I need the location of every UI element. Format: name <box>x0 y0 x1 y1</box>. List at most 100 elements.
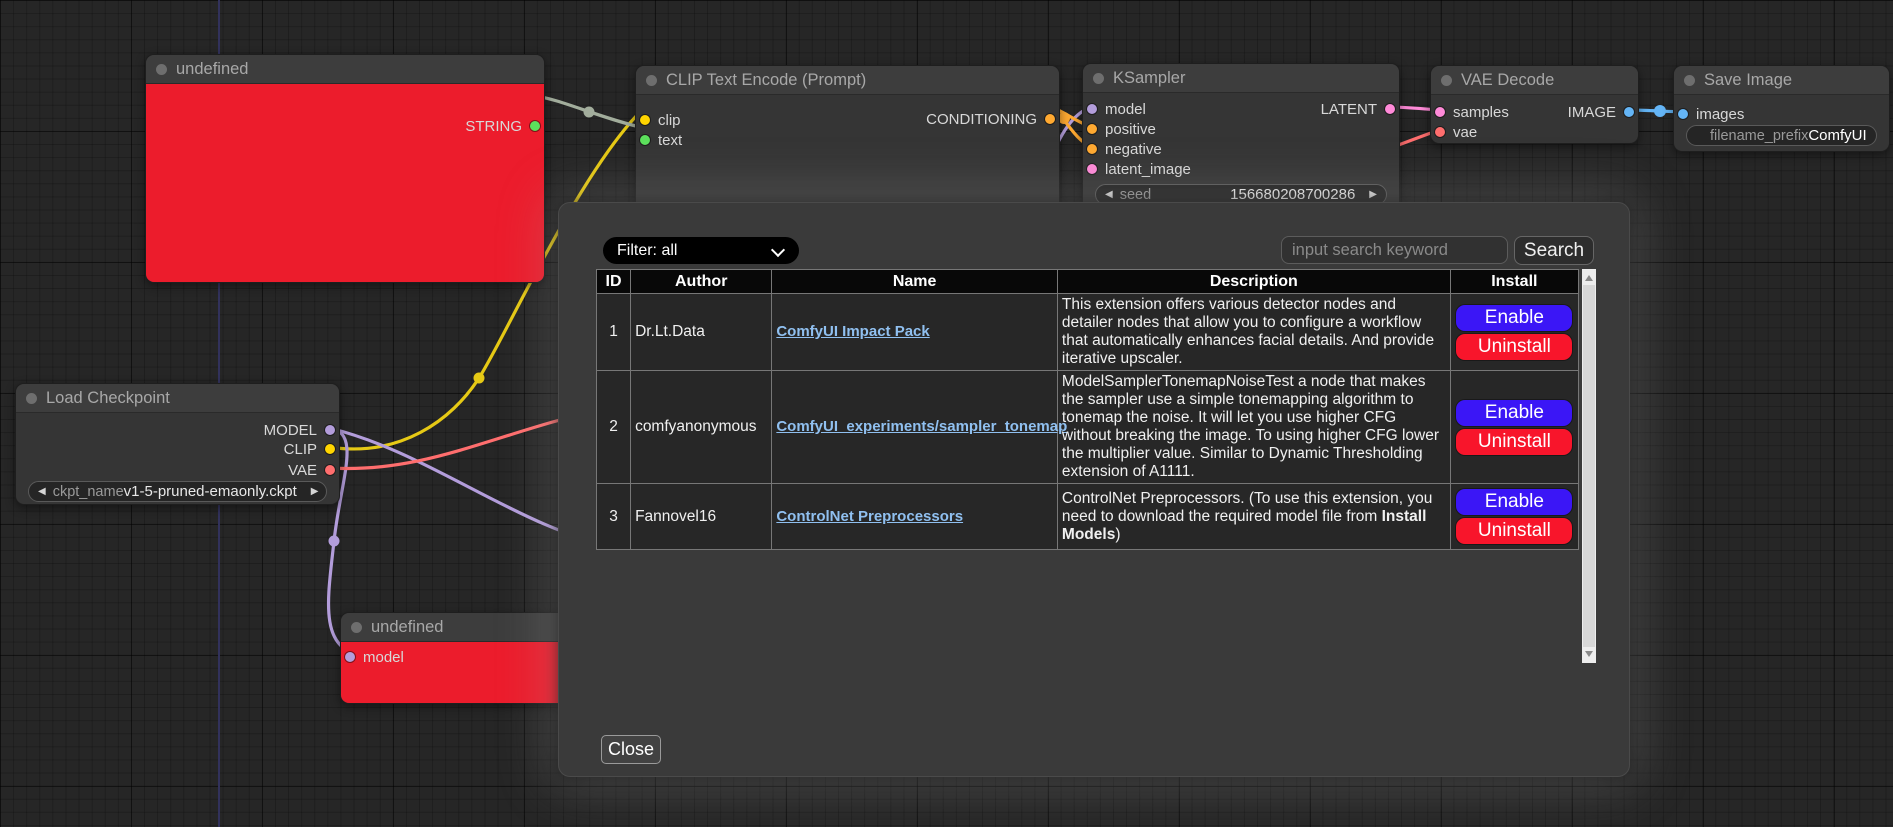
node-load-checkpoint[interactable]: Load Checkpoint MODEL CLIP VAE ◀ ckpt_na… <box>15 383 340 505</box>
node-undefined-bottom[interactable]: undefined model <box>340 612 570 704</box>
cell-author: Dr.Lt.Data <box>631 294 772 371</box>
slot-dot-latent-image-icon[interactable] <box>1087 164 1097 174</box>
filter-select[interactable]: Filter: all <box>603 237 799 264</box>
search-input[interactable] <box>1281 236 1508 264</box>
node-collapse-dot-icon[interactable] <box>26 393 37 404</box>
input-slot-vae[interactable]: vae <box>1435 122 1477 142</box>
extension-link[interactable]: ComfyUI Impact Pack <box>776 323 929 340</box>
node-collapse-dot-icon[interactable] <box>156 64 167 75</box>
widget-value[interactable]: ComfyUI <box>1808 127 1866 144</box>
slot-dot-conditioning-icon[interactable] <box>1045 114 1055 124</box>
uninstall-button[interactable]: Uninstall <box>1456 334 1572 360</box>
node-title: Save Image <box>1704 71 1792 90</box>
filename-prefix-widget[interactable]: filename_prefix ComfyUI <box>1686 125 1877 146</box>
input-slot-samples[interactable]: samples <box>1435 102 1509 122</box>
slot-label: VAE <box>288 462 317 479</box>
decrement-arrow-icon[interactable]: ◀ <box>1105 189 1113 200</box>
node-clip-text-encode-header[interactable]: CLIP Text Encode (Prompt) <box>636 66 1059 95</box>
scroll-up-icon[interactable] <box>1585 275 1593 281</box>
increment-arrow-icon[interactable]: ▶ <box>1369 189 1377 200</box>
input-slot-model[interactable]: model <box>1087 99 1146 119</box>
slot-label: negative <box>1105 141 1162 158</box>
slot-dot-positive-icon[interactable] <box>1087 124 1097 134</box>
input-slot-images[interactable]: images <box>1678 104 1744 124</box>
slot-dot-clip-icon[interactable] <box>640 115 650 125</box>
input-slot-text[interactable]: text <box>640 130 682 150</box>
scroll-down-icon[interactable] <box>1585 651 1593 657</box>
slot-dot-vae-icon[interactable] <box>1435 127 1445 137</box>
extension-link[interactable]: ComfyUI_experiments/sampler_tonemap <box>776 418 1067 435</box>
output-slot-model[interactable]: MODEL <box>264 420 335 440</box>
enable-button[interactable]: Enable <box>1456 489 1572 515</box>
output-slot-vae[interactable]: VAE <box>288 460 335 480</box>
scrollbar-thumb[interactable] <box>1583 285 1595 647</box>
slot-dot-vae-icon[interactable] <box>325 465 335 475</box>
widget-value[interactable]: v1-5-pruned-emaonly.ckpt <box>124 483 297 500</box>
input-slot-model[interactable]: model <box>345 647 404 667</box>
node-save-image-body: images filename_prefix ComfyUI <box>1674 95 1889 151</box>
ckpt-name-widget[interactable]: ◀ ckpt_name v1-5-pruned-emaonly.ckpt ▶ <box>28 481 327 502</box>
link-dot-model[interactable] <box>329 536 340 547</box>
previous-arrow-icon[interactable]: ◀ <box>38 486 46 497</box>
node-collapse-dot-icon[interactable] <box>351 622 362 633</box>
output-slot-string[interactable]: STRING <box>465 116 540 136</box>
slot-dot-model-icon[interactable] <box>325 425 335 435</box>
node-ksampler[interactable]: KSampler model positive negative latent_… <box>1082 63 1400 210</box>
node-vae-decode[interactable]: VAE Decode samples vae IMAGE <box>1430 65 1639 144</box>
enable-button[interactable]: Enable <box>1456 305 1572 331</box>
comfyui-canvas[interactable]: undefined STRING CLIP Text Encode (Promp… <box>0 0 1893 827</box>
node-save-image-header[interactable]: Save Image <box>1674 66 1889 95</box>
node-load-checkpoint-header[interactable]: Load Checkpoint <box>16 384 339 413</box>
input-slot-negative[interactable]: negative <box>1087 139 1162 159</box>
extension-link[interactable]: ControlNet Preprocessors <box>776 508 963 525</box>
node-collapse-dot-icon[interactable] <box>1093 73 1104 84</box>
slot-dot-latent-icon[interactable] <box>1385 104 1395 114</box>
slot-dot-images-icon[interactable] <box>1678 109 1688 119</box>
node-collapse-dot-icon[interactable] <box>646 75 657 86</box>
slot-label: CONDITIONING <box>926 111 1037 128</box>
widget-value[interactable]: 156680208700286 <box>1230 186 1355 203</box>
input-slot-latent-image[interactable]: latent_image <box>1087 159 1191 179</box>
enable-button[interactable]: Enable <box>1456 400 1572 426</box>
link-dot-clip[interactable] <box>474 373 485 384</box>
input-slot-clip[interactable]: clip <box>640 110 681 130</box>
node-vae-decode-header[interactable]: VAE Decode <box>1431 66 1638 95</box>
input-slot-positive[interactable]: positive <box>1087 119 1156 139</box>
output-slot-clip[interactable]: CLIP <box>284 439 335 459</box>
link-dot-image[interactable] <box>1654 105 1666 117</box>
node-clip-text-encode[interactable]: CLIP Text Encode (Prompt) clip text COND… <box>635 65 1060 207</box>
node-ksampler-header[interactable]: KSampler <box>1083 64 1399 93</box>
slot-dot-model-icon[interactable] <box>345 652 355 662</box>
node-collapse-dot-icon[interactable] <box>1684 75 1695 86</box>
slot-dot-negative-icon[interactable] <box>1087 144 1097 154</box>
slot-dot-samples-icon[interactable] <box>1435 107 1445 117</box>
slot-dot-string-icon[interactable] <box>530 121 540 131</box>
cell-description: ModelSamplerTonemapNoiseTest a node that… <box>1057 371 1450 484</box>
link-dot-string[interactable] <box>584 107 595 118</box>
output-slot-latent[interactable]: LATENT <box>1321 99 1395 119</box>
close-button[interactable]: Close <box>601 735 661 764</box>
search-button[interactable]: Search <box>1514 236 1594 265</box>
slot-label: positive <box>1105 121 1156 138</box>
output-slot-image[interactable]: IMAGE <box>1568 102 1634 122</box>
node-undefined-top-header[interactable]: undefined <box>146 55 544 84</box>
cell-author: comfyanonymous <box>631 371 772 484</box>
widget-label: filename_prefix <box>1710 128 1808 144</box>
col-header-id: ID <box>597 270 631 294</box>
table-scrollbar[interactable] <box>1582 269 1596 663</box>
uninstall-button[interactable]: Uninstall <box>1456 518 1572 544</box>
output-slot-conditioning[interactable]: CONDITIONING <box>926 109 1055 129</box>
slot-dot-text-icon[interactable] <box>640 135 650 145</box>
table-header-row: ID Author Name Description Install <box>597 270 1579 294</box>
slot-dot-model-icon[interactable] <box>1087 104 1097 114</box>
slot-label: vae <box>1453 124 1477 141</box>
node-undefined-top[interactable]: undefined STRING <box>145 54 545 283</box>
slot-dot-clip-icon[interactable] <box>325 444 335 454</box>
node-save-image[interactable]: Save Image images filename_prefix ComfyU… <box>1673 65 1890 152</box>
uninstall-button[interactable]: Uninstall <box>1456 429 1572 455</box>
slot-label: IMAGE <box>1568 104 1616 121</box>
node-undefined-bottom-header[interactable]: undefined <box>341 613 569 642</box>
slot-dot-image-icon[interactable] <box>1624 107 1634 117</box>
next-arrow-icon[interactable]: ▶ <box>311 486 319 497</box>
node-collapse-dot-icon[interactable] <box>1441 75 1452 86</box>
